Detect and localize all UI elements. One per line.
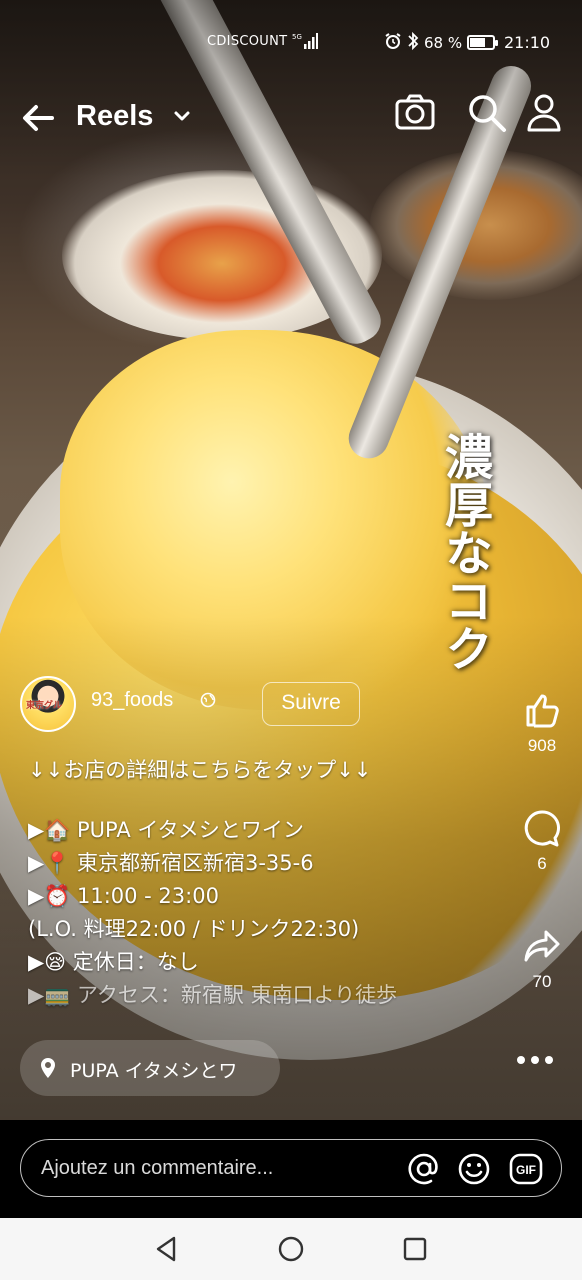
svg-text:GIF: GIF [516, 1163, 536, 1177]
comment-input[interactable]: Ajoutez un commentaire... GIF [20, 1139, 562, 1197]
share-action[interactable]: 70 [518, 926, 566, 992]
page-title[interactable]: Reels [76, 100, 153, 133]
description-line: (L.O. 料理22:00 / ドリンク22:30) [28, 917, 360, 941]
svg-text:5G: 5G [292, 33, 302, 41]
comment-bar: Ajoutez un commentaire... GIF [0, 1120, 582, 1218]
share-icon[interactable] [522, 926, 562, 966]
location-label: PUPA イタメシとワ [70, 1060, 238, 1082]
thumbs-up-icon[interactable] [522, 690, 562, 730]
author-row: 東京グル 93_foods Suivre [20, 676, 420, 732]
nav-recents-icon[interactable] [400, 1234, 430, 1264]
description-line: ▶🚃 アクセス：新宿駅 東南口より徒歩 [28, 983, 398, 1007]
more-icon[interactable] [514, 1050, 556, 1070]
avatar-badge: 東京グル [26, 701, 63, 711]
search-icon[interactable] [466, 92, 508, 134]
location-chip[interactable]: PUPA イタメシとワ [20, 1040, 280, 1096]
description-line: ▶⏰ 11:00 - 23:00 [28, 884, 219, 908]
like-count: 908 [527, 736, 557, 755]
camera-icon[interactable] [394, 92, 436, 132]
system-nav-bar [0, 1218, 582, 1280]
share-count: 70 [532, 972, 552, 991]
battery-icon [467, 35, 498, 50]
description-line: ▶📍 東京都新宿区新宿3-35-6 [28, 851, 314, 875]
reels-header: Reels [0, 92, 582, 148]
bluetooth-icon [408, 31, 419, 51]
location-pin-icon [41, 1058, 55, 1078]
arrow-left-icon[interactable] [18, 98, 58, 138]
battery-percentage: 68 % [424, 34, 463, 52]
gif-icon[interactable]: GIF [509, 1152, 543, 1186]
like-action[interactable]: 908 [518, 690, 566, 756]
signal-icon: 5G [292, 33, 318, 49]
comment-action[interactable]: 6 [518, 808, 566, 874]
username[interactable]: 93_foods [91, 689, 173, 712]
alarm-icon [385, 33, 401, 49]
chevron-down-icon[interactable] [172, 106, 192, 126]
clock: 21:10 [504, 33, 551, 52]
comment-placeholder: Ajoutez un commentaire... [41, 1157, 274, 1179]
emoji-icon[interactable] [457, 1152, 491, 1186]
carrier-label: CDISCOUNT [207, 34, 288, 49]
nav-home-icon[interactable] [276, 1234, 306, 1264]
description-line: ▶😪 定休日：なし [28, 950, 199, 974]
globe-icon [200, 692, 216, 708]
video-caption: 濃厚なコク [436, 432, 492, 672]
description-line: ▶🏠 PUPA イタメシとワイン [28, 818, 304, 842]
status-bar: CDISCOUNT 5G 68 % 21:10 [0, 28, 582, 58]
profile-icon[interactable] [524, 92, 564, 134]
nav-back-icon[interactable] [152, 1234, 182, 1264]
description-line: ↓↓お店の詳細はこちらをタップ↓↓ [28, 758, 372, 782]
comment-icon[interactable] [522, 808, 562, 848]
comment-count: 6 [537, 854, 547, 873]
avatar[interactable]: 東京グル [20, 676, 76, 732]
mention-icon[interactable] [407, 1152, 441, 1186]
follow-button[interactable]: Suivre [262, 682, 360, 726]
reel-description[interactable]: ↓↓お店の詳細はこちらをタップ↓↓ ▶🏠 PUPA イタメシとワイン ▶📍 東京… [28, 754, 498, 1012]
